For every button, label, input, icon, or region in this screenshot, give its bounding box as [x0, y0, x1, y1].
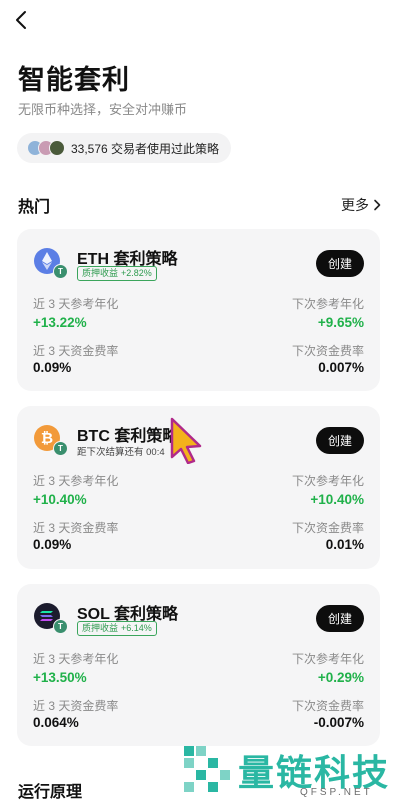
- funding-rate-value: 0.09%: [33, 537, 72, 552]
- funding-rate-label: 近 3 天资金费率: [33, 521, 119, 535]
- page-title: 智能套利: [18, 65, 130, 95]
- watermark-url: QFSP.NET: [300, 787, 373, 798]
- create-button[interactable]: 创建: [316, 605, 364, 632]
- create-button[interactable]: 创建: [316, 427, 364, 454]
- avatar-stack: [27, 140, 65, 156]
- svg-text:₿: ₿: [41, 429, 53, 447]
- watermark-logo: 量链科技 QFSP.NET: [180, 740, 402, 801]
- strategy-card-eth[interactable]: T ETH 套利策略 质押收益 +2.82% 创建 近 3 天参考年化 +13.2…: [17, 229, 380, 391]
- next-funding-rate-label: 下次资金费率: [291, 699, 364, 713]
- more-label: 更多: [341, 197, 369, 213]
- hot-section-header: 热门 更多: [18, 193, 382, 217]
- mouse-cursor-icon: [170, 417, 202, 464]
- next-annualized-label: 下次参考年化: [291, 652, 364, 666]
- chevron-right-icon: [374, 199, 381, 211]
- next-funding-rate-label: 下次资金费率: [291, 344, 364, 358]
- next-funding-rate-label: 下次资金费率: [291, 521, 364, 535]
- staking-yield-tag: 质押收益 +2.82%: [77, 266, 157, 281]
- more-link[interactable]: 更多: [341, 195, 382, 215]
- tag-label: 质押收益: [82, 623, 119, 633]
- watermark-mark-icon: [184, 746, 230, 792]
- users-count-pill: 33,576 交易者使用过此策略: [17, 133, 232, 163]
- page-subtitle: 无限币种选择，安全对冲赚币: [18, 102, 188, 117]
- users-count-text: 33,576 交易者使用过此策略: [71, 141, 220, 156]
- tag-value: +6.14%: [121, 623, 152, 633]
- funding-rate-label: 近 3 天资金费率: [33, 699, 119, 713]
- annualized-label: 近 3 天参考年化: [33, 474, 119, 488]
- funding-rate-value: 0.064%: [33, 715, 79, 730]
- annualized-value: +10.40%: [33, 492, 87, 507]
- next-funding-rate-value: -0.007%: [313, 715, 364, 730]
- staking-yield-tag: 质押收益 +6.14%: [77, 621, 157, 636]
- section-title-hot: 热门: [18, 199, 51, 216]
- strategy-card-sol[interactable]: T SOL 套利策略 质押收益 +6.14% 创建 近 3 天参考年化 +13.5…: [17, 584, 380, 746]
- annualized-label: 近 3 天参考年化: [33, 652, 119, 666]
- next-funding-rate-value: 0.007%: [318, 360, 364, 375]
- avatar: [49, 140, 65, 156]
- how-it-works-title: 运行原理: [18, 784, 83, 801]
- tether-badge-icon: T: [53, 264, 68, 279]
- create-button[interactable]: 创建: [316, 250, 364, 277]
- annualized-label: 近 3 天参考年化: [33, 297, 119, 311]
- next-annualized-value: +0.29%: [317, 670, 364, 685]
- tether-badge-icon: T: [53, 619, 68, 634]
- annualized-value: +13.50%: [33, 670, 87, 685]
- next-annualized-label: 下次参考年化: [291, 297, 364, 311]
- settlement-countdown: 距下次结算还有 00:4: [77, 447, 165, 458]
- tag-value: +2.82%: [121, 268, 152, 278]
- back-chevron-icon[interactable]: [10, 8, 34, 32]
- tether-badge-icon: T: [53, 441, 68, 456]
- next-annualized-value: +10.40%: [310, 492, 364, 507]
- tag-label: 质押收益: [82, 268, 119, 278]
- next-annualized-value: +9.65%: [317, 315, 364, 330]
- funding-rate-value: 0.09%: [33, 360, 72, 375]
- strategy-name: BTC 套利策略: [77, 428, 179, 445]
- annualized-value: +13.22%: [33, 315, 87, 330]
- funding-rate-label: 近 3 天资金费率: [33, 344, 119, 358]
- next-funding-rate-value: 0.01%: [325, 537, 364, 552]
- next-annualized-label: 下次参考年化: [291, 474, 364, 488]
